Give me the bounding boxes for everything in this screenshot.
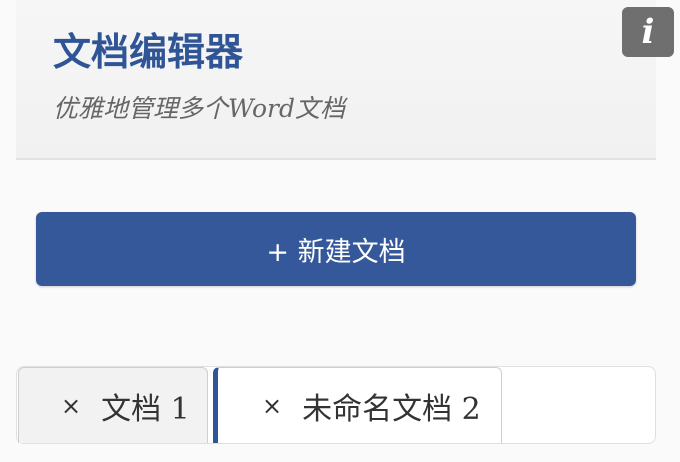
app-header: 文档编辑器 优雅地管理多个Word文档 — [16, 0, 656, 160]
info-icon-glyph: i — [641, 12, 655, 52]
tab-document-2[interactable]: × 未命名文档 2 — [213, 367, 502, 443]
app-title: 文档编辑器 — [53, 29, 244, 74]
close-icon[interactable]: × — [262, 392, 282, 420]
tab-document-1[interactable]: × 文档 1 — [18, 367, 208, 443]
close-icon[interactable]: × — [61, 392, 81, 420]
document-tab-bar: × 文档 1 × 未命名文档 2 — [16, 366, 656, 444]
tab-label: 未命名文档 2 — [302, 391, 481, 427]
app-subtitle: 优雅地管理多个Word文档 — [53, 94, 346, 123]
tab-label: 文档 1 — [101, 391, 190, 427]
new-document-button[interactable]: + 新建文档 — [36, 212, 636, 286]
info-icon[interactable]: i — [622, 7, 674, 57]
